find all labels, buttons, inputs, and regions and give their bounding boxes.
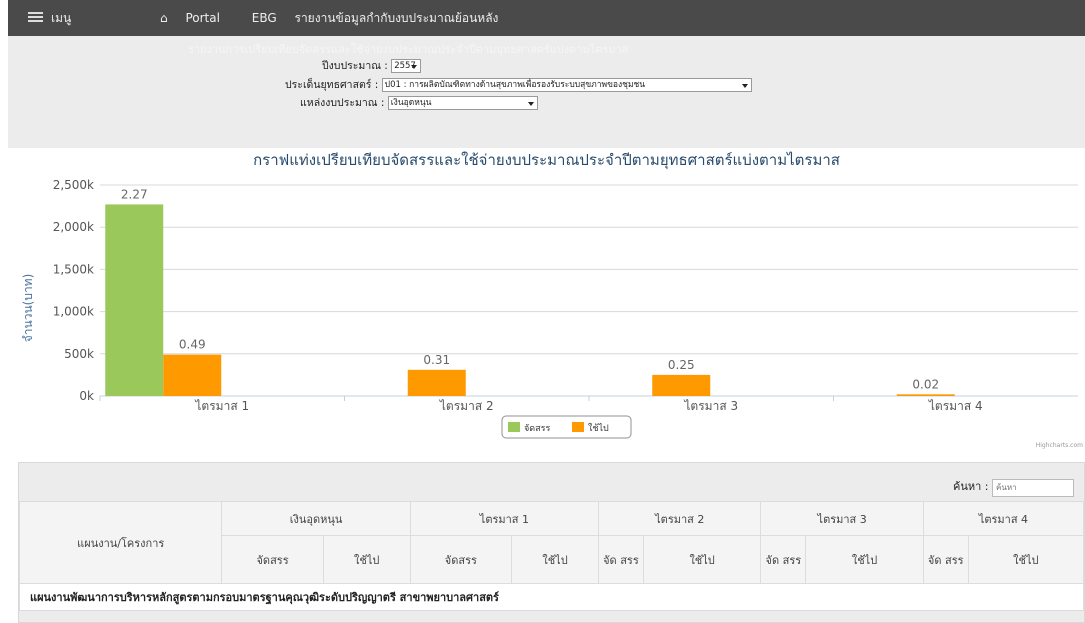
legend-swatch[interactable] (572, 422, 584, 432)
header-alloc[interactable]: จัด สรร (598, 535, 644, 584)
legend-swatch[interactable] (508, 422, 520, 432)
y-axis-label: จำนวน(บาท) (21, 274, 35, 343)
year-select[interactable]: 2557 (391, 59, 422, 73)
x-tick-label: ไตรมาส 4 (928, 399, 983, 413)
y-tick-label: 500k (64, 347, 94, 361)
header-alloc[interactable]: จัดสรร (221, 535, 324, 584)
header-used[interactable]: ใช้ไป (967, 535, 1085, 584)
legend-border (501, 415, 632, 439)
table-row-section[interactable]: แผนงานพัฒนาการบริหารหลักสูตรตามกรอบมาตรฐ… (19, 583, 1084, 611)
search-label: ค้นหา : (952, 480, 989, 493)
ebg-link[interactable]: EBG (252, 11, 277, 25)
header-alloc[interactable]: จัดสรร (409, 535, 512, 584)
page-subtitle: รายงานการเปรียบเทียบจัดสรรและใช้จ่ายงบปร… (188, 43, 629, 56)
header-used[interactable]: ใช้ไป (322, 535, 411, 584)
source-select[interactable]: เงินอุดหนุน (387, 96, 538, 110)
nav-links: ⌂ Portal EBG รายงานข้อมูลกำกับงบประมาณย้… (160, 9, 512, 28)
x-tick-label: ไตรมาส 1 (194, 399, 249, 413)
data-label: 0.31 (423, 353, 450, 367)
y-tick-label: 2,000k (53, 220, 94, 234)
header-alloc[interactable]: จัด สรร (760, 535, 807, 584)
search-box: ค้นหา : (953, 477, 1074, 497)
header-plan[interactable]: แผนงาน/โครงการ (18, 501, 223, 584)
bar-used[interactable] (163, 354, 222, 396)
header-used[interactable]: ใช้ไป (805, 535, 924, 584)
chevron-down-icon (527, 102, 534, 106)
bar-used[interactable] (896, 394, 955, 396)
portal-label: Portal (185, 11, 220, 25)
top-nav: เมนู ⌂ Portal EBG รายงานข้อมูลกำกับงบประ… (8, 0, 1085, 36)
header-group-subsidy[interactable]: เงินอุดหนุน (221, 501, 411, 536)
page: เมนู ⌂ Portal EBG รายงานข้อมูลกำกับงบประ… (8, 0, 1085, 623)
chart-panel: กราฟแท่งเปรียบเทียบจัดสรรและใช้จ่ายงบประ… (8, 148, 1085, 452)
legend-item[interactable]: ใช้ไป (588, 423, 609, 434)
report-link[interactable]: รายงานข้อมูลกำกับงบประมาณย้อนหลัง (295, 11, 499, 25)
header-group-q2[interactable]: ไตรมาส 2 (598, 501, 762, 536)
bar-used[interactable] (652, 374, 711, 396)
bar-allocated[interactable] (105, 204, 164, 396)
menu-label: เมนู (51, 11, 72, 25)
header-used[interactable]: ใช้ไป (510, 535, 600, 584)
x-tick-label: ไตรมาส 3 (683, 399, 738, 413)
strategy-select[interactable]: ป01 : การผลิตบัณฑิตทางด้านสุขภาพเพื่อรอง… (381, 78, 752, 92)
hamburger-icon (28, 10, 43, 24)
y-tick-label: 0k (79, 389, 94, 403)
data-table: แผนงาน/โครงการ เงินอุดหนุน ไตรมาส 1 ไตรม… (18, 501, 1085, 611)
bar-chart: 0k 500k 1,000k 1,500k 2,000k 2,500k ไตรมาส 1 2.… (21, 178, 1078, 439)
strategy-label: ประเด็นยุทธศาสตร์ : (285, 79, 379, 91)
chevron-down-icon (411, 65, 418, 69)
header-used[interactable]: ใช้ไป (642, 535, 762, 584)
chart-legend[interactable]: จัดสรร ใช้ไป (501, 415, 632, 439)
chart-credit[interactable]: Highcharts.com (1036, 442, 1083, 449)
bar-used[interactable] (407, 369, 466, 396)
menu-button[interactable]: เมนู (28, 9, 71, 28)
year-row: ปีงบประมาณ : 2557 (322, 57, 422, 74)
source-label: แหล่งงบประมาณ : (300, 97, 385, 109)
data-label: 0.25 (668, 358, 695, 372)
header-alloc[interactable]: จัด สรร (922, 535, 969, 584)
x-tick-label: ไตรมาส 2 (439, 399, 494, 413)
y-tick-label: 1,500k (53, 262, 94, 276)
header-group-q1[interactable]: ไตรมาส 1 (409, 501, 600, 536)
year-label: ปีงบประมาณ : (322, 60, 388, 72)
strategy-row: ประเด็นยุทธศาสตร์ : ป01 : การผลิตบัณฑิตท… (285, 76, 752, 93)
chevron-down-icon (741, 84, 748, 88)
data-label: 0.02 (912, 377, 939, 391)
y-tick-label: 2,500k (53, 178, 94, 192)
header-group-q3[interactable]: ไตรมาส 3 (760, 501, 924, 536)
home-icon: ⌂ (160, 11, 168, 25)
portal-link[interactable]: ⌂ Portal (160, 11, 234, 25)
data-label: 0.49 (179, 338, 206, 352)
header-group-q4[interactable]: ไตรมาส 4 (922, 501, 1085, 536)
y-tick-label: 1,000k (53, 305, 94, 319)
data-label: 2.27 (121, 187, 148, 201)
strategy-value: ป01 : การผลิตบัณฑิตทางด้านสุขภาพเพื่อรอง… (384, 80, 646, 90)
filter-panel: รายงานการเปรียบเทียบจัดสรรและใช้จ่ายงบปร… (8, 36, 1085, 148)
legend-item[interactable]: จัดสรร (524, 424, 550, 434)
source-row: แหล่งงบประมาณ : เงินอุดหนุน (300, 94, 538, 111)
search-input[interactable] (992, 478, 1074, 497)
data-table-panel: ค้นหา : แผนงาน/โครงการ เงินอุดหนุน ไตรมา… (18, 462, 1085, 623)
source-value: เงินอุดหนุน (390, 98, 432, 108)
